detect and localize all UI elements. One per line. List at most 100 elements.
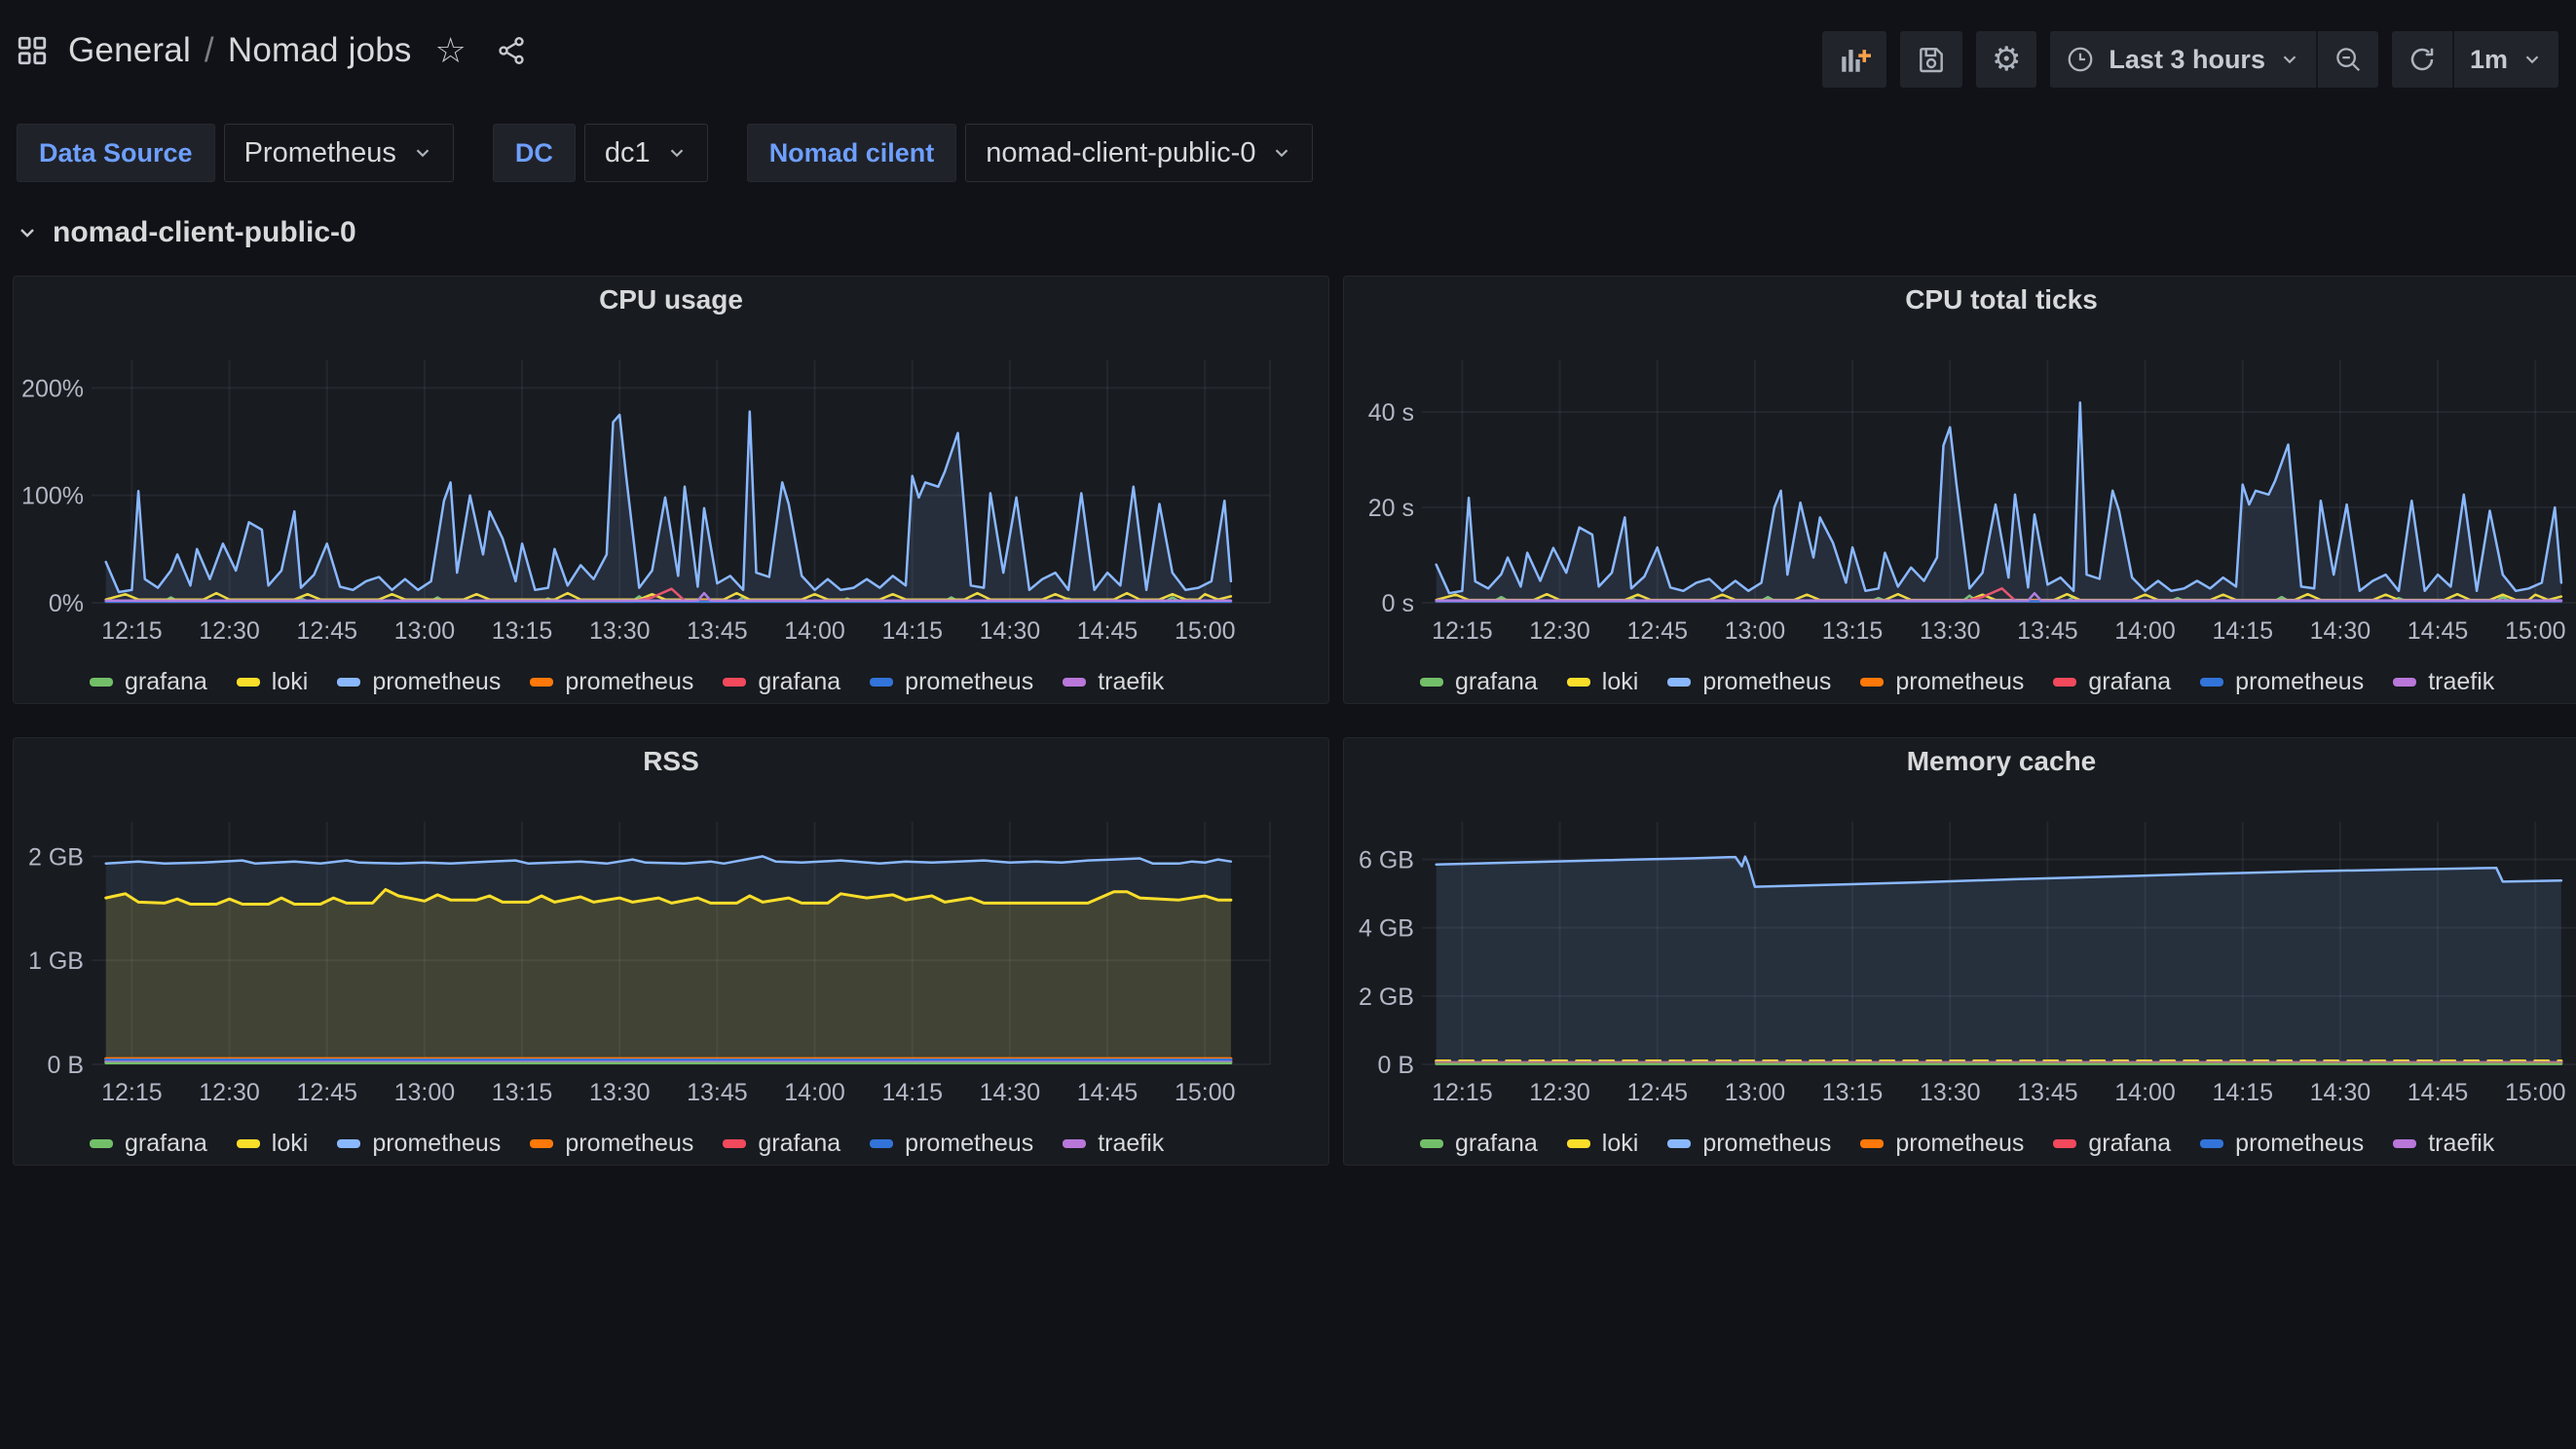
- legend-item-loki[interactable]: loki: [1567, 668, 1639, 696]
- share-icon[interactable]: [490, 29, 533, 72]
- x-tick-label: 13:00: [394, 1079, 456, 1106]
- panel-title[interactable]: RSS: [14, 738, 1328, 785]
- legend-item-grafana[interactable]: grafana: [1420, 668, 1538, 696]
- chart-cpu-total-ticks[interactable]: 0 s20 s40 s12:1512:3012:4513:0013:1513:3…: [1344, 323, 2576, 660]
- refresh-button[interactable]: [2392, 31, 2452, 88]
- x-tick-label: 13:00: [1725, 617, 1786, 645]
- legend-item-prometheus[interactable]: prometheus: [1667, 668, 1831, 696]
- legend-item-prometheus[interactable]: prometheus: [1667, 1130, 1831, 1158]
- legend-item-prometheus[interactable]: prometheus: [2200, 668, 2364, 696]
- refresh-icon: [2408, 45, 2437, 74]
- legend-swatch: [237, 678, 260, 687]
- y-tick-label: 0 B: [1377, 1052, 1414, 1079]
- legend-item-grafana[interactable]: grafana: [723, 1130, 840, 1158]
- legend-item-prometheus[interactable]: prometheus: [870, 668, 1033, 696]
- legend-label: grafana: [2088, 668, 2171, 696]
- x-tick-label: 13:45: [2017, 617, 2078, 645]
- legend-label: prometheus: [2235, 668, 2364, 696]
- chevron-down-icon: [16, 221, 39, 244]
- legend-swatch: [2393, 678, 2416, 687]
- refresh-interval-dropdown[interactable]: 1m: [2454, 31, 2558, 88]
- x-tick-label: 12:30: [199, 1079, 260, 1106]
- chart-memory-cache[interactable]: 0 B2 GB4 GB6 GB12:1512:3012:4513:0013:15…: [1344, 785, 2576, 1122]
- legend-item-traefik[interactable]: traefik: [1063, 668, 1164, 696]
- time-range-picker[interactable]: Last 3 hours: [2050, 31, 2316, 88]
- panel-cpu-total-ticks: CPU total ticks 0 s20 s40 s12:1512:3012:…: [1343, 276, 2576, 704]
- grid-icon[interactable]: [14, 32, 51, 69]
- legend-item-loki[interactable]: loki: [237, 1130, 309, 1158]
- row-header[interactable]: nomad-client-public-0: [16, 216, 356, 249]
- variable-nomad-client-label: Nomad cilent: [747, 124, 957, 182]
- settings-button[interactable]: ⚙: [1976, 31, 2036, 88]
- y-tick-label: 2 GB: [1359, 984, 1414, 1011]
- legend-item-traefik[interactable]: traefik: [2393, 1130, 2494, 1158]
- variable-dc-label: DC: [493, 124, 576, 182]
- legend-label: grafana: [1455, 668, 1538, 696]
- x-tick-label: 14:15: [881, 617, 943, 645]
- variable-nomad-client-select[interactable]: nomad-client-public-0: [965, 124, 1313, 182]
- legend-item-grafana[interactable]: grafana: [90, 1130, 207, 1158]
- chart-rss[interactable]: 0 B1 GB2 GB12:1512:3012:4513:0013:1513:3…: [14, 785, 1328, 1122]
- panel-title[interactable]: CPU total ticks: [1344, 277, 2576, 323]
- chart-cpu-usage[interactable]: 0%100%200%12:1512:3012:4513:0013:1513:30…: [14, 323, 1328, 660]
- legend-label: prometheus: [905, 1130, 1033, 1158]
- x-tick-label: 14:45: [1077, 1079, 1139, 1106]
- y-tick-label: 40 s: [1368, 399, 1414, 427]
- x-tick-label: 15:00: [2505, 617, 2566, 645]
- legend-label: prometheus: [1702, 668, 1831, 696]
- legend-item-grafana[interactable]: grafana: [2053, 1130, 2171, 1158]
- breadcrumb-section[interactable]: General: [68, 31, 191, 70]
- add-panel-button[interactable]: [1822, 31, 1886, 88]
- breadcrumb-page[interactable]: Nomad jobs: [228, 31, 412, 70]
- legend-item-grafana[interactable]: grafana: [2053, 668, 2171, 696]
- legend-item-prometheus[interactable]: prometheus: [337, 668, 501, 696]
- legend-label: prometheus: [1895, 1130, 2024, 1158]
- x-tick-label: 13:00: [1725, 1079, 1786, 1106]
- zoom-out-button[interactable]: [2318, 31, 2378, 88]
- legend-item-prometheus[interactable]: prometheus: [2200, 1130, 2364, 1158]
- legend-label: loki: [1602, 1130, 1639, 1158]
- legend-item-traefik[interactable]: traefik: [2393, 668, 2494, 696]
- variable-datasource-select[interactable]: Prometheus: [224, 124, 454, 182]
- legend-item-grafana[interactable]: grafana: [90, 668, 207, 696]
- legend-swatch: [2200, 678, 2223, 687]
- legend-label: grafana: [758, 668, 840, 696]
- legend-item-prometheus[interactable]: prometheus: [530, 1130, 693, 1158]
- y-tick-label: 0 B: [47, 1052, 84, 1079]
- star-icon[interactable]: ☆: [429, 29, 472, 72]
- legend-item-prometheus[interactable]: prometheus: [1860, 1130, 2024, 1158]
- dashboard-grid: CPU usage 0%100%200%12:1512:3012:4513:00…: [0, 262, 2576, 1449]
- x-tick-label: 13:45: [2017, 1079, 2078, 1106]
- y-tick-label: 200%: [21, 375, 84, 402]
- y-tick-label: 6 GB: [1359, 847, 1414, 874]
- x-tick-label: 14:15: [881, 1079, 943, 1106]
- legend-item-prometheus[interactable]: prometheus: [337, 1130, 501, 1158]
- save-dashboard-button[interactable]: [1900, 31, 1962, 88]
- legend-swatch: [1420, 1139, 1443, 1148]
- x-tick-label: 12:45: [296, 617, 357, 645]
- legend-item-prometheus[interactable]: prometheus: [870, 1130, 1033, 1158]
- panel-title[interactable]: CPU usage: [14, 277, 1328, 323]
- legend-item-loki[interactable]: loki: [1567, 1130, 1639, 1158]
- series-line-prometheus: [106, 856, 1231, 863]
- legend-item-grafana[interactable]: grafana: [1420, 1130, 1538, 1158]
- legend-swatch: [723, 1139, 746, 1148]
- dashboard-header: General / Nomad jobs ☆: [0, 0, 2576, 76]
- x-tick-label: 12:45: [296, 1079, 357, 1106]
- legend-item-grafana[interactable]: grafana: [723, 668, 840, 696]
- legend-item-prometheus[interactable]: prometheus: [530, 668, 693, 696]
- legend-swatch: [337, 678, 360, 687]
- legend-label: prometheus: [372, 668, 501, 696]
- x-tick-label: 12:15: [1432, 617, 1493, 645]
- legend-item-prometheus[interactable]: prometheus: [1860, 668, 2024, 696]
- legend-item-loki[interactable]: loki: [237, 668, 309, 696]
- variable-dc-select[interactable]: dc1: [584, 124, 708, 182]
- variable-nomad-client-value: nomad-client-public-0: [986, 137, 1255, 169]
- refresh-controls: 1m: [2392, 31, 2558, 88]
- y-tick-label: 4 GB: [1359, 915, 1414, 943]
- x-tick-label: 12:30: [199, 617, 260, 645]
- panel-title[interactable]: Memory cache: [1344, 738, 2576, 785]
- dashboard-variables: Data Source Prometheus DC dc1 Nomad cile…: [17, 124, 1313, 182]
- legend-item-traefik[interactable]: traefik: [1063, 1130, 1164, 1158]
- legend-swatch: [530, 1139, 553, 1148]
